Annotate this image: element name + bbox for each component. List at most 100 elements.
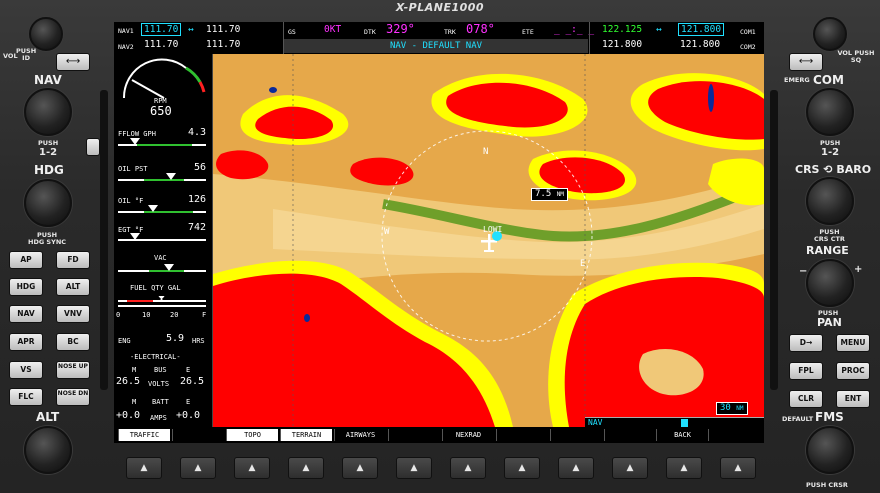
bus-e-label: E xyxy=(186,366,191,374)
clr-button[interactable]: CLR xyxy=(789,390,823,408)
fuel-qty-label: FUEL QTY GAL xyxy=(130,284,181,292)
ent-button[interactable]: ENT xyxy=(836,390,870,408)
softkey-label-11[interactable]: BACK xyxy=(656,429,708,441)
triangle-up-icon: ▲ xyxy=(518,463,526,473)
nav-inset-window[interactable]: NAV xyxy=(585,417,764,427)
softkey-8[interactable]: ▲ xyxy=(504,457,540,479)
hdg-knob[interactable] xyxy=(24,179,72,227)
triangle-up-icon: ▲ xyxy=(626,463,634,473)
left-rail xyxy=(100,90,108,390)
softkey-label-6[interactable] xyxy=(388,429,440,441)
com-swap-button[interactable]: ⟷ xyxy=(789,53,823,71)
range-ring-label: 7.5 NM xyxy=(531,188,568,201)
triangle-up-icon: ▲ xyxy=(464,463,472,473)
crs-baro-knob[interactable] xyxy=(806,177,854,225)
nav-ff-button[interactable] xyxy=(86,138,100,156)
alt-button[interactable]: ALT xyxy=(56,278,90,296)
oil-pst-value: 56 xyxy=(193,162,206,173)
softkey-7[interactable]: ▲ xyxy=(450,457,486,479)
vnv-button[interactable]: VNV xyxy=(56,305,90,323)
nav1-active[interactable]: 111.70 xyxy=(141,23,182,36)
swap-arrows-icon: ⟷ xyxy=(798,56,814,67)
oil-pst-bar xyxy=(118,179,206,181)
triangle-up-icon: ▲ xyxy=(140,463,148,473)
alt-knob[interactable] xyxy=(24,426,72,474)
nav2-standby[interactable]: 111.70 xyxy=(206,39,240,50)
gs-value: 0KT xyxy=(324,24,342,35)
fms-knob[interactable] xyxy=(806,426,854,474)
map-scale-value: 30 xyxy=(720,403,731,413)
nose-dn-button[interactable]: NOSE DN xyxy=(56,388,90,406)
softkey-4[interactable]: ▲ xyxy=(288,457,324,479)
crs-baro-label: CRS ⟲ BARO xyxy=(795,163,872,176)
fd-button[interactable]: FD xyxy=(56,251,90,269)
triangle-up-icon: ▲ xyxy=(248,463,256,473)
com2-active[interactable]: 121.800 xyxy=(602,39,642,50)
direct-to-button[interactable]: D→ xyxy=(789,334,823,352)
softkey-2[interactable]: ▲ xyxy=(180,457,216,479)
oil-pst-pointer xyxy=(166,173,176,180)
oil-temp-bar xyxy=(118,211,206,213)
softkey-5[interactable]: ▲ xyxy=(342,457,378,479)
com1-standby[interactable]: 121.800 xyxy=(678,23,725,36)
vol-knob[interactable] xyxy=(29,17,63,51)
softkey-label-7[interactable]: NEXRAD xyxy=(442,429,494,441)
com-knob[interactable] xyxy=(806,88,854,136)
nav-knob[interactable] xyxy=(24,88,72,136)
volts-e-value: 26.5 xyxy=(180,376,205,387)
softkey-9[interactable]: ▲ xyxy=(558,457,594,479)
softkey-11[interactable]: ▲ xyxy=(666,457,702,479)
display-screen: NAV1 111.70 ↔ 111.70 NAV2 111.70 111.70 … xyxy=(114,22,764,443)
com-vol-knob[interactable] xyxy=(813,17,847,51)
softkey-label-10[interactable] xyxy=(604,429,656,441)
triangle-up-icon: ▲ xyxy=(302,463,310,473)
proc-button[interactable]: PROC xyxy=(836,362,870,380)
flc-button[interactable]: FLC xyxy=(9,388,43,406)
vs-button[interactable]: VS xyxy=(9,361,43,379)
bc-button[interactable]: BC xyxy=(56,333,90,351)
com-push-12-label: PUSH 1-2 xyxy=(820,139,841,159)
pan-label: PAN xyxy=(817,316,842,329)
hdg-button[interactable]: HDG xyxy=(9,278,43,296)
softkey-label-12[interactable] xyxy=(708,429,760,441)
range-label: RANGE xyxy=(806,244,849,257)
softkey-10[interactable]: ▲ xyxy=(612,457,648,479)
lake-3 xyxy=(304,314,310,322)
nav1-standby[interactable]: 111.70 xyxy=(206,24,240,35)
range-ring-unit: NM xyxy=(556,191,564,198)
softkey-label-1[interactable]: TRAFFIC xyxy=(118,429,170,441)
softkey-label-8[interactable] xyxy=(496,429,548,441)
menu-button[interactable]: MENU xyxy=(836,334,870,352)
range-knob[interactable] xyxy=(806,259,854,307)
fuel-pointer-icon: ⧗ xyxy=(158,294,166,305)
fpl-button[interactable]: FPL xyxy=(789,362,823,380)
nose-up-button[interactable]: NOSE UP xyxy=(56,361,90,379)
moving-map[interactable]: N E W LOWI 7.5 NM 30 NM NAV xyxy=(213,54,764,427)
nav2-active[interactable]: 111.70 xyxy=(144,39,178,50)
softkey-label-9[interactable] xyxy=(550,429,602,441)
ap-button[interactable]: AP xyxy=(9,251,43,269)
apr-button[interactable]: APR xyxy=(9,333,43,351)
oil-temp-value: 126 xyxy=(187,194,206,205)
nav-button[interactable]: NAV xyxy=(9,305,43,323)
softkey-1[interactable]: ▲ xyxy=(126,457,162,479)
push-hdg-sync-label: PUSH HDG SYNC xyxy=(28,231,67,246)
nav-inset-cursor xyxy=(681,419,688,427)
triangle-up-icon: ▲ xyxy=(734,463,742,473)
com1-active[interactable]: 122.125 xyxy=(602,24,642,35)
softkey-label-3[interactable]: TOPO xyxy=(226,429,278,441)
nav-inset-label: NAV xyxy=(588,418,603,427)
emerg-label: EMERG xyxy=(784,76,810,84)
range-plus-icon: + xyxy=(854,264,863,275)
batt-e-label: E xyxy=(186,398,191,406)
softkey-label-4[interactable]: TERRAIN xyxy=(280,429,332,441)
softkey-6[interactable]: ▲ xyxy=(396,457,432,479)
softkey-label-2[interactable] xyxy=(172,429,224,441)
oil-temp-pointer xyxy=(148,205,158,212)
nav-swap-button[interactable]: ⟷ xyxy=(56,53,90,71)
trk-label: TRK xyxy=(444,28,456,36)
softkey-label-5[interactable]: AIRWAYS xyxy=(334,429,386,441)
softkey-3[interactable]: ▲ xyxy=(234,457,270,479)
com2-standby[interactable]: 121.800 xyxy=(680,39,720,50)
softkey-12[interactable]: ▲ xyxy=(720,457,756,479)
